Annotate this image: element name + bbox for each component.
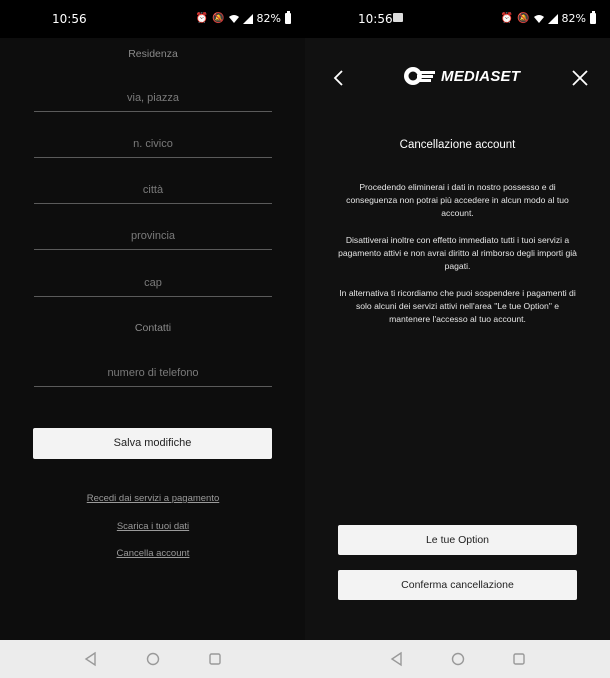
back-triangle-icon[interactable] bbox=[83, 651, 99, 667]
delete-account-link[interactable]: Cancella account bbox=[34, 548, 272, 559]
phone-field[interactable]: numero di telefono bbox=[34, 365, 272, 387]
info-paragraph-3: In alternativa ti ricordiamo che puoi so… bbox=[339, 288, 576, 325]
status-icons: ⏰ 🔕 82% bbox=[500, 11, 596, 25]
home-circle-icon[interactable] bbox=[145, 651, 161, 667]
mute-icon: 🔕 bbox=[212, 13, 225, 24]
wifi-icon bbox=[533, 15, 544, 23]
back-triangle-icon[interactable] bbox=[389, 651, 405, 667]
image-notification-icon bbox=[393, 13, 403, 22]
save-button[interactable]: Salva modifiche bbox=[33, 428, 272, 459]
recents-square-icon[interactable] bbox=[207, 651, 223, 667]
mute-icon: 🔕 bbox=[517, 13, 530, 24]
mediaset-logo: MEDIASET bbox=[402, 64, 520, 88]
battery-percent: 82% bbox=[561, 12, 586, 25]
alarm-icon: ⏰ bbox=[500, 13, 514, 24]
battery-icon bbox=[590, 11, 596, 24]
status-bar: 10:56 ⏰ 🔕 82% bbox=[0, 0, 305, 38]
wifi-icon bbox=[228, 15, 239, 23]
city-field[interactable]: città bbox=[34, 182, 272, 204]
le-tue-option-button[interactable]: Le tue Option bbox=[338, 525, 577, 555]
status-time: 10:56 bbox=[358, 12, 393, 26]
profile-edit-screen: 10:56 ⏰ 🔕 82% Residenza via, piazza n. c… bbox=[0, 0, 305, 640]
province-field[interactable]: provincia bbox=[34, 228, 272, 250]
alarm-icon: ⏰ bbox=[195, 13, 209, 24]
section-residenza: Residenza bbox=[128, 48, 178, 60]
signal-icon bbox=[242, 13, 253, 24]
info-paragraph-1: Procedendo eliminerai i dati in nostro p… bbox=[346, 182, 569, 219]
status-icons: ⏰ 🔕 82% bbox=[195, 11, 291, 25]
recents-square-icon[interactable] bbox=[511, 651, 527, 667]
delete-account-screen: 10:56 ⏰ 🔕 82% MEDIASET Cancellazione acc… bbox=[305, 0, 610, 640]
section-contatti: Contatti bbox=[134, 322, 172, 334]
home-circle-icon[interactable] bbox=[450, 651, 466, 667]
recedi-link[interactable]: Recedi dai servizi a pagamento bbox=[34, 493, 272, 504]
battery-icon bbox=[285, 11, 291, 24]
confirm-delete-button[interactable]: Conferma cancellazione bbox=[338, 570, 577, 600]
battery-percent: 82% bbox=[256, 12, 281, 25]
page-title: Cancellazione account bbox=[399, 139, 516, 151]
system-nav-bar bbox=[305, 640, 610, 678]
info-paragraph-2: Disattiverai inoltre con effetto immedia… bbox=[338, 235, 577, 272]
close-icon[interactable] bbox=[570, 68, 590, 88]
download-data-link[interactable]: Scarica i tuoi dati bbox=[34, 521, 272, 532]
logo-text: MEDIASET bbox=[441, 67, 521, 85]
signal-icon bbox=[547, 13, 558, 24]
status-bar: 10:56 ⏰ 🔕 82% bbox=[305, 0, 610, 38]
cap-field[interactable]: cap bbox=[34, 275, 272, 297]
system-nav-bar bbox=[0, 640, 305, 678]
back-chevron-icon[interactable] bbox=[329, 66, 349, 90]
mediaset-biscione-icon bbox=[404, 67, 435, 85]
civic-number-field[interactable]: n. civico bbox=[34, 136, 272, 158]
status-time: 10:56 bbox=[52, 12, 87, 26]
street-field[interactable]: via, piazza bbox=[34, 90, 272, 112]
